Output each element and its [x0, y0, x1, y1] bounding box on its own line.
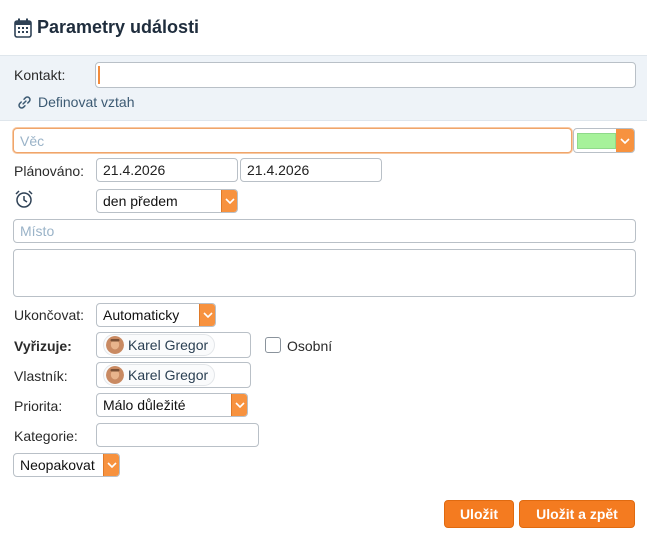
notes-textarea[interactable]: [13, 249, 636, 297]
save-and-back-button[interactable]: Uložit a zpět: [519, 500, 635, 528]
link-icon: [18, 95, 31, 109]
finish-value: Automaticky: [103, 307, 180, 323]
finish-label: Ukončovat:: [14, 307, 85, 323]
owner-label: Vlastník:: [14, 368, 68, 384]
color-swatch: [577, 132, 617, 149]
alarm-clock-icon: [15, 190, 33, 208]
repeat-value: Neopakovat: [20, 457, 95, 473]
define-relation-link[interactable]: Definovat vztah: [17, 94, 135, 110]
contact-label: Kontakt:: [14, 67, 66, 83]
user-chip[interactable]: Karel Gregor: [103, 334, 216, 356]
repeat-select[interactable]: Neopakovat: [13, 453, 120, 477]
date-from-input[interactable]: 21.4.2026: [96, 158, 238, 182]
text-caret: [98, 66, 100, 84]
avatar: [106, 336, 124, 354]
priority-value: Málo důležité: [103, 397, 186, 413]
reminder-select[interactable]: den předem: [96, 189, 238, 213]
subject-input[interactable]: Věc: [13, 128, 572, 153]
priority-select[interactable]: Málo důležité: [96, 393, 248, 417]
owner-field[interactable]: Karel Gregor: [96, 362, 251, 388]
contact-input[interactable]: [95, 62, 636, 88]
chevron-down-icon: [221, 190, 237, 212]
chevron-down-icon: [103, 454, 119, 476]
priority-label: Priorita:: [14, 398, 63, 414]
reminder-value: den předem: [103, 193, 178, 209]
page-title: Parametry události: [37, 17, 200, 37]
assignee-name: Karel Gregor: [128, 337, 209, 353]
personal-checkbox[interactable]: [265, 337, 281, 353]
user-chip[interactable]: Karel Gregor: [103, 364, 216, 386]
date-to-input[interactable]: 21.4.2026: [240, 158, 382, 182]
avatar: [106, 366, 124, 384]
assignee-label: Vyřizuje:: [14, 338, 72, 354]
save-button[interactable]: Uložit: [444, 500, 514, 528]
chevron-down-icon: [231, 394, 247, 416]
category-input[interactable]: [96, 423, 259, 447]
personal-label: Osobní: [287, 338, 333, 354]
calendar-icon: [14, 18, 32, 38]
category-label: Kategorie:: [14, 428, 78, 444]
chevron-down-icon: [616, 129, 634, 152]
dialog-header: Parametry události: [0, 0, 647, 56]
chevron-down-icon: [199, 304, 215, 326]
define-relation-label: Definovat vztah: [38, 94, 135, 110]
finish-select[interactable]: Automaticky: [96, 303, 216, 327]
color-picker[interactable]: [573, 128, 635, 153]
place-input[interactable]: Místo: [13, 219, 636, 243]
planned-label: Plánováno:: [14, 163, 85, 179]
owner-name: Karel Gregor: [128, 367, 209, 383]
assignee-field[interactable]: Karel Gregor: [96, 332, 251, 358]
